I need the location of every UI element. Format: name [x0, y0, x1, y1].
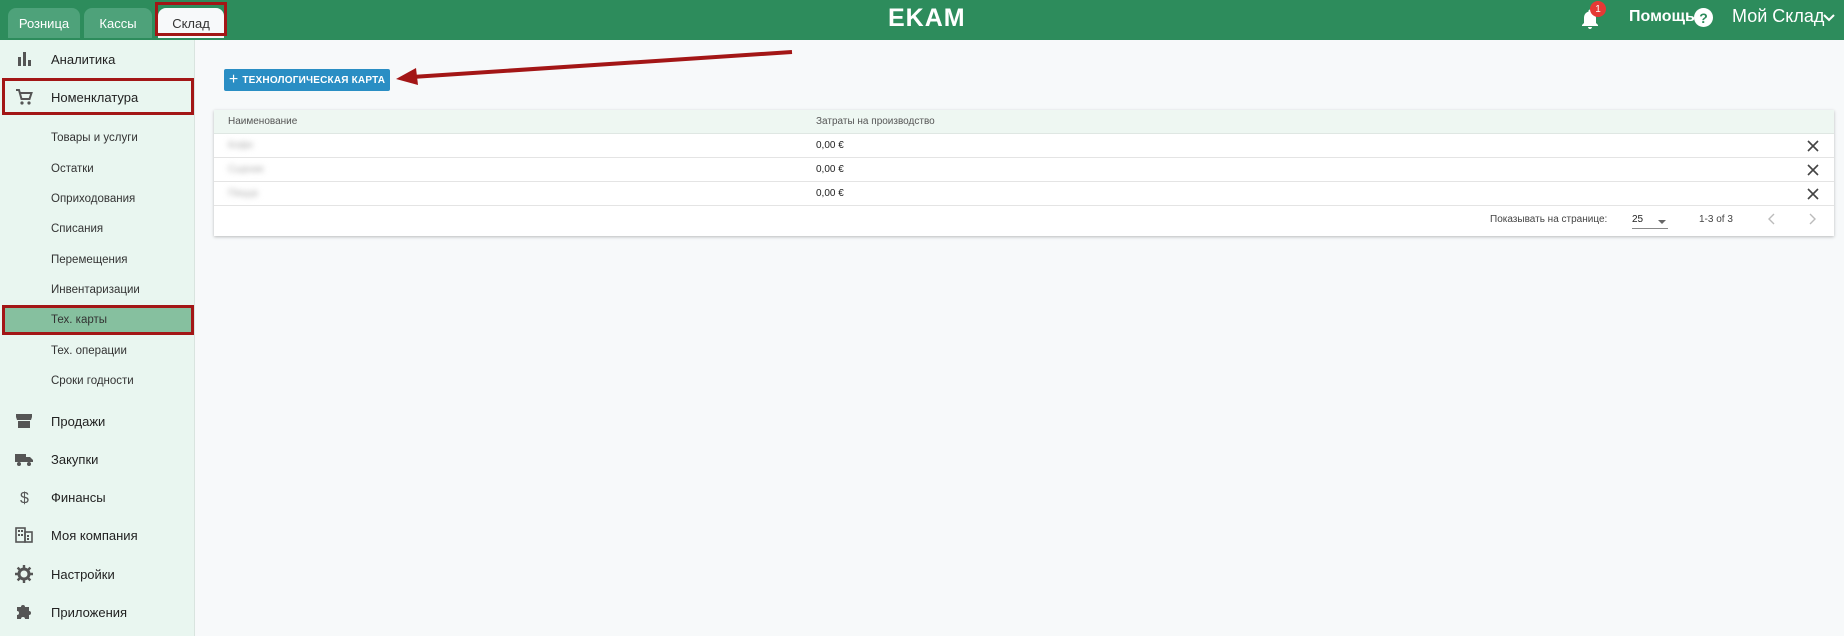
per-page-label: Показывать на странице: — [1490, 214, 1608, 225]
notification-badge: 1 — [1590, 1, 1606, 17]
table-pagination: Показывать на странице: 25 1-3 of 3 — [214, 206, 1834, 236]
sidebar-item-label: Моя компания — [51, 527, 138, 543]
cell-cost: 0,00 € — [816, 188, 844, 199]
sidebar-item-label: Закупки — [51, 451, 99, 467]
close-icon[interactable] — [1806, 139, 1820, 153]
cell-name: Сырник — [228, 164, 264, 175]
sidebar-subitem-label: Тех. операции — [51, 345, 127, 357]
sidebar-subitem-label: Инвентаризации — [51, 284, 140, 296]
tech-cards-table: Наименование Затраты на производство Коф… — [214, 110, 1834, 236]
sidebar-item-label: Настройки — [51, 566, 115, 582]
store-icon — [16, 414, 32, 428]
sidebar-item-nomenclature[interactable]: Номенклатура — [0, 79, 195, 115]
close-icon[interactable] — [1806, 187, 1820, 201]
dropdown-caret-icon — [1658, 220, 1666, 224]
sidebar-item-sales[interactable]: Продажи — [0, 403, 195, 439]
chevron-right-icon[interactable] — [1805, 212, 1819, 226]
cart-icon — [16, 89, 33, 105]
sidebar-subitem-tech-cards[interactable]: Тех. карты — [3, 306, 192, 334]
add-tech-card-button[interactable]: + ТЕХНОЛОГИЧЕСКАЯ КАРТА — [224, 69, 390, 91]
sidebar-subitem-label: Списания — [51, 223, 104, 235]
sidebar-subitem-label: Тех. карты — [51, 314, 108, 326]
column-header-name[interactable]: Наименование — [228, 116, 297, 127]
sidebar-item-settings[interactable]: Настройки — [0, 556, 195, 592]
cell-cost: 0,00 € — [816, 164, 844, 175]
building-icon — [15, 527, 33, 543]
sidebar-item-apps[interactable]: Приложения — [0, 594, 195, 630]
sidebar-item-finance[interactable]: $ Финансы — [0, 479, 195, 515]
annotation-arrow — [396, 50, 793, 85]
sidebar-subitem-inventory[interactable]: Инвентаризации — [0, 276, 195, 304]
sidebar-subitem-transfers[interactable]: Перемещения — [0, 246, 195, 274]
sidebar-subitem-goods[interactable]: Товары и услуги — [0, 124, 195, 152]
sidebar-item-label: Номенклатура — [51, 89, 139, 105]
cell-cost: 0,00 € — [816, 140, 844, 151]
sidebar-item-label: Приложения — [51, 604, 128, 620]
truck-icon — [15, 454, 33, 466]
cell-name: Кофе — [228, 140, 254, 151]
tab-registers-label: Кассы — [99, 15, 137, 31]
sidebar-subitem-receipts[interactable]: Оприходования — [0, 185, 195, 213]
tab-retail[interactable]: Розница — [8, 8, 80, 38]
sidebar-subitem-label: Товары и услуги — [51, 132, 138, 144]
add-tech-card-label: ТЕХНОЛОГИЧЕСКАЯ КАРТА — [242, 74, 386, 86]
dollar-icon: $ — [20, 490, 29, 507]
sidebar-subitem-label: Остатки — [51, 163, 94, 175]
sidebar-subitem-tech-operations[interactable]: Тех. операции — [0, 337, 195, 365]
bar-chart-icon — [18, 52, 31, 66]
cell-name: Пицца — [228, 188, 258, 199]
tab-retail-label: Розница — [18, 15, 70, 31]
close-icon[interactable] — [1806, 163, 1820, 177]
sidebar-item-analytics[interactable]: Аналитика — [0, 41, 195, 77]
chevron-down-icon[interactable] — [1823, 12, 1835, 24]
chevron-left-icon[interactable] — [1765, 212, 1779, 226]
tab-warehouse-label: Склад — [172, 15, 210, 31]
sidebar-subitem-label: Перемещения — [51, 254, 128, 266]
puzzle-icon — [17, 605, 31, 619]
per-page-select[interactable]: 25 — [1632, 211, 1668, 229]
gear-icon — [15, 565, 33, 583]
help-label[interactable]: Помощь — [1629, 8, 1695, 26]
account-menu[interactable]: Мой Склад — [1732, 6, 1824, 27]
pagination-range: 1-3 of 3 — [1699, 214, 1733, 225]
sidebar-item-label: Финансы — [51, 489, 106, 505]
tab-registers[interactable]: Кассы — [84, 8, 152, 38]
top-bar: Розница Кассы Склад EKAM 1 Помощь ? Мой … — [0, 0, 1844, 40]
plus-icon: + — [228, 71, 239, 88]
table-row[interactable]: Пицца 0,00 € — [214, 182, 1834, 206]
sidebar-item-purchases[interactable]: Закупки — [0, 441, 195, 477]
sidebar-item-company[interactable]: Моя компания — [0, 517, 195, 553]
per-page-value: 25 — [1632, 214, 1644, 225]
sidebar-subitem-stock[interactable]: Остатки — [0, 155, 195, 183]
sidebar-item-label: Аналитика — [51, 51, 116, 67]
sidebar-subitem-label: Сроки годности — [51, 375, 134, 387]
svg-text:$: $ — [20, 490, 29, 507]
help-icon[interactable]: ? — [1694, 8, 1713, 27]
tab-warehouse[interactable]: Склад — [158, 8, 224, 38]
table-row[interactable]: Кофе 0,00 € — [214, 134, 1834, 158]
sidebar-item-label: Продажи — [51, 413, 106, 429]
table-header: Наименование Затраты на производство — [214, 110, 1834, 134]
sidebar-subitem-expiry[interactable]: Сроки годности — [0, 367, 195, 395]
table-row[interactable]: Сырник 0,00 € — [214, 158, 1834, 182]
sidebar: Аналитика Номенклатура Товары и услуги О… — [0, 40, 195, 636]
sidebar-subitem-label: Оприходования — [51, 193, 136, 205]
column-header-cost[interactable]: Затраты на производство — [816, 116, 935, 127]
sidebar-subitem-writeoffs[interactable]: Списания — [0, 215, 195, 243]
logo: EKAM — [888, 4, 966, 32]
